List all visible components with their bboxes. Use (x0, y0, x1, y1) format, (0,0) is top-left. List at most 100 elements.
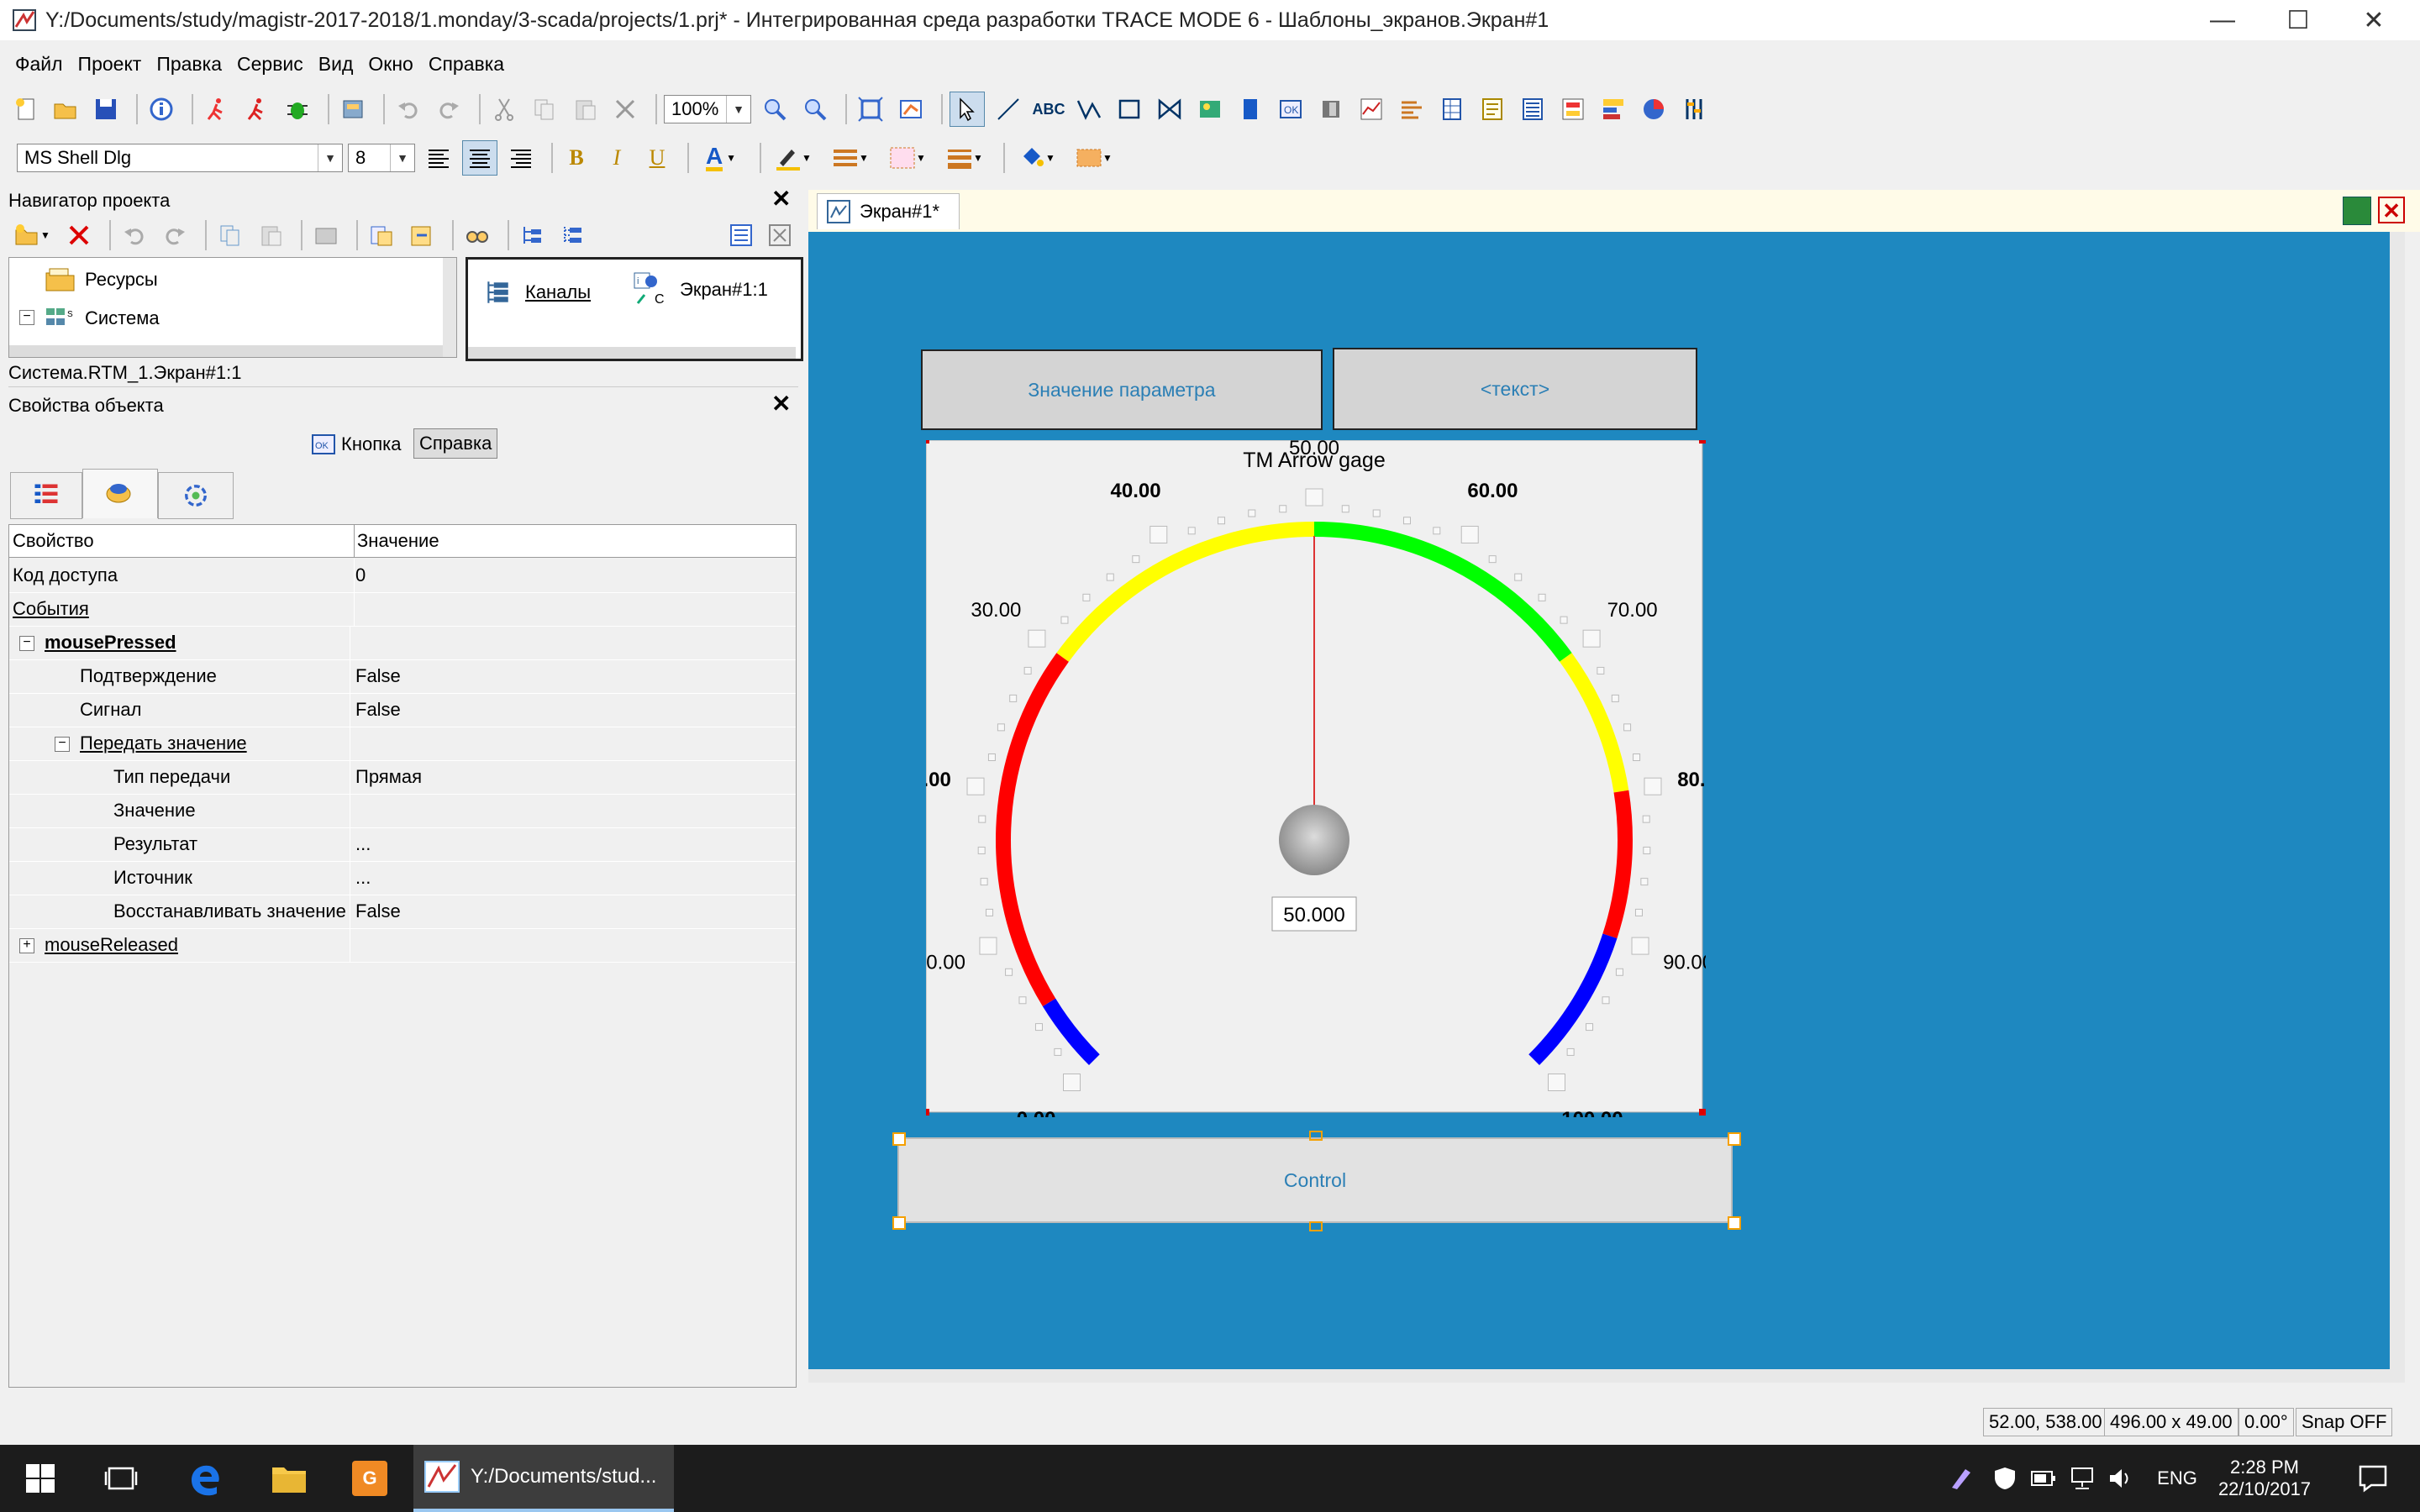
gauge-tool-icon[interactable] (1677, 92, 1711, 126)
status-snap[interactable]: Snap OFF (2296, 1408, 2393, 1436)
font-select[interactable]: MS Shell Dlg ▼ (17, 144, 343, 172)
delete-icon[interactable] (608, 92, 642, 126)
language-indicator[interactable]: ENG (2149, 1445, 2205, 1512)
pdf-app-button[interactable]: G (329, 1445, 410, 1512)
new-item-icon[interactable]: ▼ (8, 218, 55, 252)
network-icon[interactable] (2064, 1445, 2101, 1512)
new-icon[interactable] (8, 92, 42, 126)
cut-icon[interactable] (487, 92, 521, 126)
report-tool-icon[interactable] (1476, 92, 1509, 126)
slider-tool-icon[interactable] (1314, 92, 1348, 126)
align-right-icon[interactable] (504, 141, 538, 175)
table-row[interactable]: Значение (9, 794, 796, 828)
font-size-select[interactable]: 8 ▼ (348, 144, 415, 172)
tree-item-system[interactable]: S Система (45, 305, 160, 332)
selection-handle[interactable] (1728, 1132, 1741, 1146)
table-row[interactable]: Сигнал False (9, 693, 796, 727)
table-row[interactable]: + mouseReleased (9, 928, 796, 963)
alarm-tool-icon[interactable] (1556, 92, 1590, 126)
navigator-close-icon[interactable]: ✕ (771, 185, 791, 213)
volume-icon[interactable] (2102, 1445, 2139, 1512)
properties-close-icon[interactable]: ✕ (771, 390, 791, 417)
italic-icon[interactable]: I (600, 141, 634, 175)
selection-handle[interactable] (1728, 1216, 1741, 1230)
database-icon[interactable] (336, 92, 370, 126)
file-explorer-button[interactable] (249, 1445, 329, 1512)
tree-vertical-scrollbar[interactable] (443, 258, 456, 357)
clock[interactable]: 2:28 PM 22/10/2017 (2210, 1445, 2319, 1512)
align-left-icon[interactable] (422, 141, 455, 175)
line-style-icon[interactable]: ▼ (825, 141, 876, 175)
button-tool-icon[interactable]: OK (1274, 92, 1307, 126)
table-row[interactable]: Код доступа 0 (9, 559, 796, 593)
selection-handle[interactable] (1699, 440, 1706, 444)
redo-icon[interactable] (432, 92, 466, 126)
gradient-icon[interactable]: ▼ (1069, 141, 1119, 175)
table-row[interactable]: Подтверждение False (9, 659, 796, 694)
arrow-gauge[interactable]: TM Arrow gage 0.0010.0020.0030.0040.0050… (926, 440, 1706, 1117)
menu-window[interactable]: Окно (368, 53, 413, 76)
minimize-button[interactable]: — (2185, 0, 2260, 40)
start-button[interactable] (0, 1445, 81, 1512)
undo-icon[interactable] (392, 92, 425, 126)
text-button[interactable]: <текст> (1333, 348, 1697, 430)
zoom-out-icon[interactable] (798, 92, 832, 126)
zoom-select[interactable]: 100% ▼ (664, 95, 751, 123)
tab-events[interactable] (82, 469, 158, 518)
bowtie-tool-icon[interactable] (1153, 92, 1186, 126)
menu-project[interactable]: Проект (78, 53, 142, 76)
fill-pattern-icon[interactable]: ▼ (882, 141, 933, 175)
nav-redo-icon[interactable] (158, 218, 192, 252)
selection-handle[interactable] (1309, 1221, 1323, 1231)
tab-screen1[interactable]: Экран#1* (817, 193, 960, 229)
table-row[interactable]: − Передать значение (9, 727, 796, 761)
find-icon[interactable] (460, 218, 494, 252)
param-value-button[interactable]: Значение параметра (921, 349, 1323, 430)
tree-expand-icon[interactable] (516, 218, 550, 252)
tab-property-list[interactable] (10, 472, 82, 519)
battery-icon[interactable] (2025, 1445, 2062, 1512)
font-color-icon[interactable]: A ▼ (696, 141, 746, 175)
menu-edit[interactable]: Правка (156, 53, 222, 76)
fill-tool-icon[interactable] (1234, 92, 1267, 126)
zoom-in-icon[interactable] (758, 92, 792, 126)
taskbar-trace-mode[interactable]: Y:/Documents/stud... (413, 1445, 674, 1512)
line-width-icon[interactable]: ▼ (939, 141, 990, 175)
help-button[interactable]: Справка (413, 428, 498, 459)
select-tool-icon[interactable] (950, 92, 985, 127)
open-icon[interactable] (49, 92, 82, 126)
menu-view[interactable]: Вид (318, 53, 354, 76)
list-horizontal-scrollbar[interactable] (468, 347, 796, 359)
list-tool-icon[interactable] (1516, 92, 1549, 126)
selection-handle[interactable] (1309, 1131, 1323, 1141)
list-item-channels[interactable]: Каналы (483, 278, 591, 307)
run-alt-icon[interactable] (240, 92, 274, 126)
nav-undo-icon[interactable] (118, 218, 151, 252)
histogram-tool-icon[interactable] (1597, 92, 1630, 126)
list-item-screen[interactable]: iC Экран#1:1 (633, 271, 768, 308)
edge-browser-button[interactable] (165, 1445, 245, 1512)
table-row[interactable]: Тип передачи Прямая (9, 760, 796, 795)
bars-tool-icon[interactable] (1395, 92, 1428, 126)
menu-service[interactable]: Сервис (237, 53, 303, 76)
table-row[interactable]: Источник ... (9, 861, 796, 895)
tree-horizontal-scrollbar[interactable] (9, 345, 443, 357)
info-icon[interactable] (145, 92, 178, 126)
selection-handle[interactable] (1699, 1109, 1706, 1116)
tab-dynamics[interactable] (158, 472, 234, 519)
nav-copy-icon[interactable] (213, 218, 247, 252)
align-center-icon[interactable] (462, 140, 497, 176)
bold-icon[interactable]: B (560, 141, 593, 175)
menu-file[interactable]: Файл (15, 53, 63, 76)
control-button[interactable]: Control (897, 1137, 1733, 1223)
delete-item-icon[interactable] (62, 218, 96, 252)
canvas-vertical-scrollbar[interactable] (2390, 232, 2405, 1383)
pen-icon[interactable] (1943, 1445, 1980, 1512)
table-row[interactable]: Восстанавливать значение False (9, 895, 796, 929)
selection-handle[interactable] (926, 440, 929, 444)
trend-tool-icon[interactable] (1355, 92, 1388, 126)
maximize-button[interactable]: ☐ (2260, 0, 2336, 40)
tree-collapse-icon[interactable] (556, 218, 590, 252)
refresh-icon[interactable] (2343, 197, 2371, 225)
tree-item-resources[interactable]: Ресурсы (45, 266, 158, 293)
